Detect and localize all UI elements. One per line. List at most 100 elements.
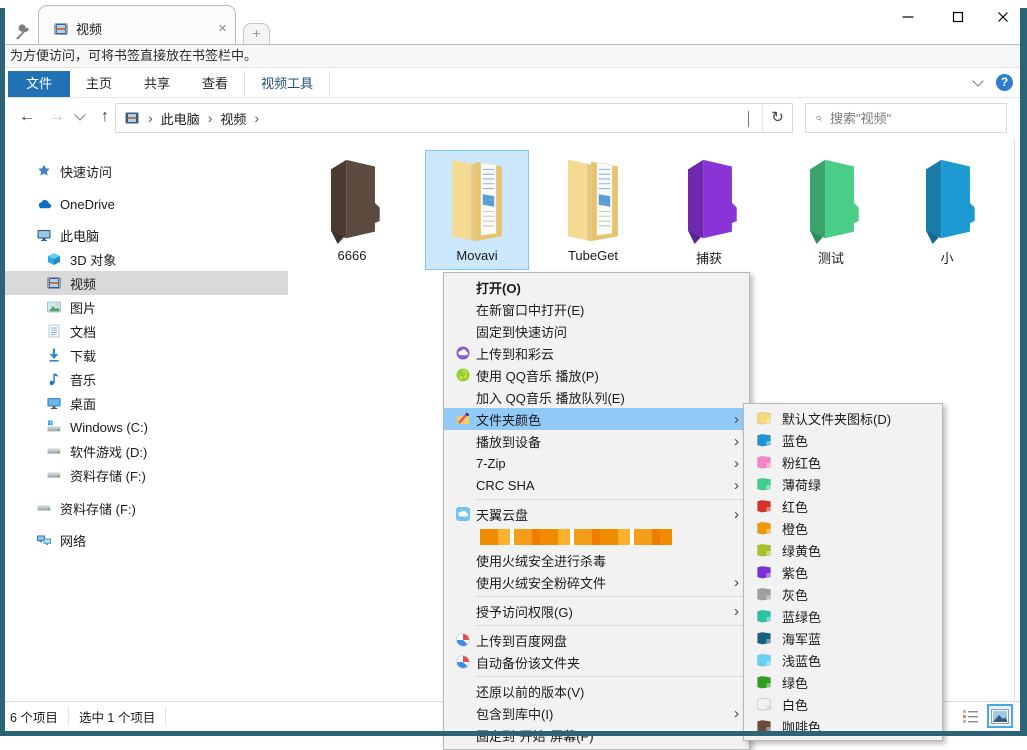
submenu-item-default[interactable]: 默认文件夹图标(D) [744,407,942,429]
tab-file[interactable]: 文件 [8,71,70,97]
bookmark-hint-bar: 为方便访问，可将书签直接放在书签栏中。 [0,44,1027,68]
submenu-item-white[interactable]: 白色 [744,693,942,715]
submenu-item-orange[interactable]: 橙色 [744,517,942,539]
submenu-item-purple[interactable]: 紫色 [744,561,942,583]
sidebar-item-documents[interactable]: 文档 [5,319,288,343]
submenu-item-label: 蓝绿色 [782,607,821,626]
menu-item-give-access[interactable]: 授予访问权限(G) [444,600,749,622]
drive-icon [46,467,62,483]
tab-view[interactable]: 查看 [186,71,244,97]
submenu-item-label: 橙色 [782,519,808,538]
sidebar-item-this-pc[interactable]: 此电脑 [5,223,288,247]
bookmark-hint-text: 为方便访问，可将书签直接放在书签栏中。 [10,48,257,63]
submenu-item-label: 绿黄色 [782,541,821,560]
sidebar-item-3d-objects[interactable]: 3D 对象 [5,247,288,271]
sidebar-item-label: 文档 [70,322,96,341]
large-icons-view-button[interactable] [987,704,1013,728]
menu-item-upload-hecaiyun[interactable]: 上传到和彩云 [444,342,749,364]
submenu-item-lightblue[interactable]: 浅蓝色 [744,649,942,671]
file-tile-test[interactable]: 测试 [779,150,883,270]
submenu-item-pink[interactable]: 粉红色 [744,451,942,473]
menu-item-qq-music-play[interactable]: 使用 QQ音乐 播放(P) [444,364,749,386]
submenu-item-lime[interactable]: 绿黄色 [744,539,942,561]
sidebar-item-label: 音乐 [70,370,96,389]
sidebar-item-pictures[interactable]: 图片 [5,295,288,319]
submenu-item-green[interactable]: 绿色 [744,671,942,693]
tab-share[interactable]: 共享 [128,71,186,97]
file-tile-tubeget[interactable]: TubeGet [541,150,645,270]
submenu-item-label: 粉红色 [782,453,821,472]
tab-home[interactable]: 主页 [70,71,128,97]
sidebar-item-music[interactable]: 音乐 [5,367,288,391]
folder-icon [321,156,383,244]
file-tile-movavi[interactable]: Movavi [425,150,529,270]
history-chevron-icon[interactable] [74,109,85,120]
folder-color-swatch-icon [756,542,772,558]
downloads-icon [46,347,62,363]
menu-item-folder-color[interactable]: 文件夹颜色 [444,408,749,430]
sidebar-item-desktop[interactable]: 桌面 [5,391,288,415]
submenu-item-blue[interactable]: 蓝色 [744,429,942,451]
address-bar[interactable]: 此电脑 视频 [115,103,793,133]
sidebar-item-drive-f-root[interactable]: 资料存储 (F:) [5,496,288,520]
menu-item-baidu-autobackup[interactable]: 自动备份该文件夹 [444,651,749,673]
ribbon-collapse-chevron-icon[interactable] [972,75,983,86]
menu-item-open-new-window[interactable]: 在新窗口中打开(E) [444,298,749,320]
submenu-item-teal[interactable]: 蓝绿色 [744,605,942,627]
menu-item-crc-sha[interactable]: CRC SHA [444,474,749,496]
submenu-item-label: 浅蓝色 [782,651,821,670]
menu-item-restore-versions[interactable]: 还原以前的版本(V) [444,680,749,702]
menu-item-7zip[interactable]: 7-Zip [444,452,749,474]
file-name: TubeGet [542,248,644,263]
promo-banner-image[interactable] [480,529,672,545]
sidebar-item-drive-f[interactable]: 资料存储 (F:) [5,463,288,487]
tab-close-icon[interactable]: × [218,21,227,36]
menu-item-huorong-shred[interactable]: 使用火绒安全粉碎文件 [444,571,749,593]
sidebar-item-videos[interactable]: 视频 [5,271,288,295]
file-tile-small[interactable]: 小 [895,150,999,270]
menu-item-baidu-upload[interactable]: 上传到百度网盘 [444,629,749,651]
maximize-button[interactable] [943,4,973,30]
breadcrumb-this-pc[interactable]: 此电脑 [155,109,206,128]
window-frame-bottom [0,731,1027,736]
menu-item-qq-music-queue[interactable]: 加入 QQ音乐 播放队列(E) [444,386,749,408]
file-tile-capture[interactable]: 捕获 [657,150,761,270]
submenu-item-navy[interactable]: 海军蓝 [744,627,942,649]
back-button[interactable] [14,104,40,130]
qq-music-icon [450,367,476,383]
menu-item-huorong-scan[interactable]: 使用火绒安全进行杀毒 [444,549,749,571]
menu-item-open[interactable]: 打开(O) [444,276,749,298]
minimize-button[interactable] [893,4,923,30]
new-tab-button[interactable]: + [243,23,270,44]
submenu-item-mint[interactable]: 薄荷绿 [744,473,942,495]
sidebar-item-onedrive[interactable]: OneDrive [5,192,288,216]
sidebar-item-quick-access[interactable]: 快速访问 [5,159,288,183]
baidu-netdisk-icon [450,654,476,670]
ribbon-tab-row: 文件 主页 共享 查看 视频工具 [0,68,1027,98]
sidebar-item-drive-c[interactable]: Windows (C:) [5,415,288,439]
file-tile-6666[interactable]: 6666 [300,150,404,270]
menu-item-include-in-library[interactable]: 包含到库中(I) [444,702,749,724]
help-icon[interactable] [996,74,1013,91]
wrench-icon[interactable] [12,22,32,42]
tab-video-tools[interactable]: 视频工具 [244,71,330,97]
search-input[interactable] [830,105,1006,131]
menu-item-play-to-device[interactable]: 播放到设备 [444,430,749,452]
details-view-button[interactable] [962,708,979,725]
forward-button[interactable] [44,104,70,130]
videos-icon [46,275,62,291]
browser-tab[interactable]: 视频 × [38,5,236,45]
sidebar-item-drive-d[interactable]: 软件游戏 (D:) [5,439,288,463]
submenu-item-red[interactable]: 红色 [744,495,942,517]
close-button[interactable] [988,4,1018,30]
submenu-item-gray[interactable]: 灰色 [744,583,942,605]
sidebar-item-network[interactable]: 网络 [5,528,288,552]
address-dropdown-button[interactable] [734,111,762,126]
sidebar-item-label: 此电脑 [60,226,99,245]
menu-item-tianyi-cloud[interactable]: 天翼云盘 [444,503,749,525]
sidebar-item-downloads[interactable]: 下载 [5,343,288,367]
submenu-item-label: 白色 [782,695,808,714]
refresh-button[interactable] [762,104,792,132]
breadcrumb-videos[interactable]: 视频 [214,109,252,128]
menu-item-pin-quick-access[interactable]: 固定到快速访问 [444,320,749,342]
